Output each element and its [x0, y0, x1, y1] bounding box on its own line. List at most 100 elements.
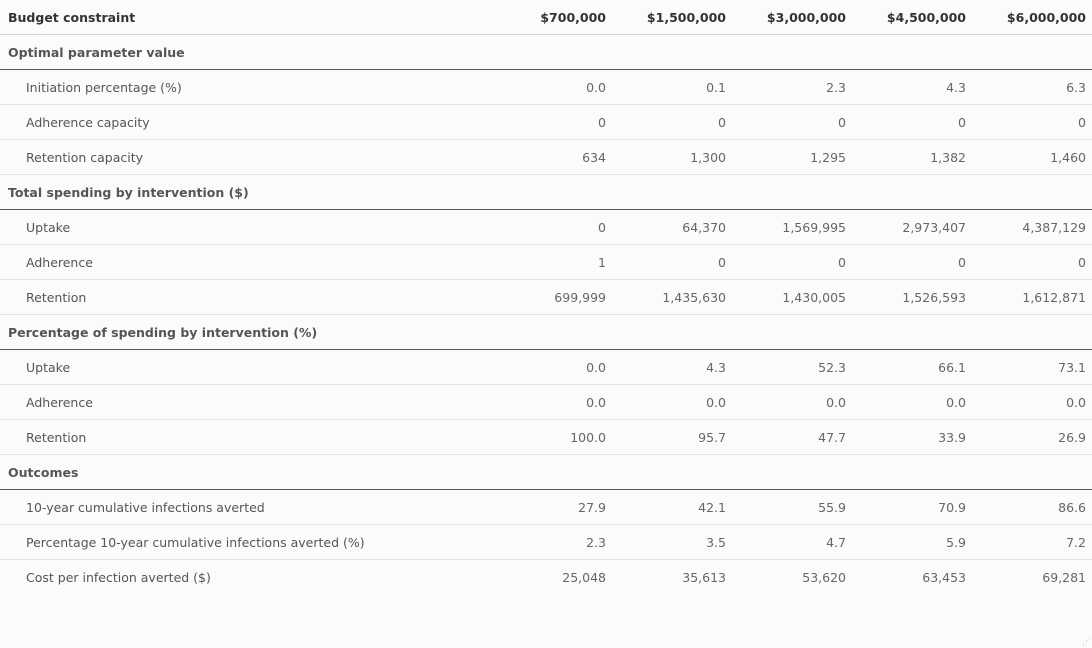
section-title: Percentage of spending by intervention (…	[0, 314, 1092, 350]
row-label: Uptake	[0, 209, 500, 245]
resize-grip-icon[interactable]: ⋰	[1082, 638, 1091, 647]
table-row: Initiation percentage (%) 0.0 0.1 2.3 4.…	[0, 69, 1092, 105]
row-label: Retention	[0, 279, 500, 315]
cell-value: 42.1	[612, 489, 732, 525]
cell-value: 634	[500, 139, 612, 175]
cell-value: 0.0	[612, 384, 732, 420]
table-row: Uptake 0 64,370 1,569,995 2,973,407 4,38…	[0, 209, 1092, 245]
cell-value: 53,620	[802, 569, 846, 585]
cell-value: 33.9	[852, 419, 972, 455]
table-row: 10-year cumulative infections averted 27…	[0, 489, 1092, 525]
cell-value: 0.0	[500, 69, 612, 105]
cell-value: 4.7	[732, 524, 852, 560]
table-row: Retention 100.0 95.7 47.7 33.9 26.9	[0, 419, 1092, 455]
cell-value: 0	[732, 104, 852, 140]
cell-value: 25,048	[562, 569, 606, 585]
cell-value: 0	[852, 104, 972, 140]
table-row: Adherence 0.0 0.0 0.0 0.0 0.0	[0, 384, 1092, 420]
table-row: Percentage 10-year cumulative infections…	[0, 524, 1092, 560]
header-budget-constraint: Budget constraint	[0, 0, 500, 35]
row-label: Retention capacity	[0, 139, 500, 175]
cell-value: 0.0	[500, 349, 612, 385]
cell-value: 0	[972, 244, 1092, 280]
cell-value: 6.3	[972, 69, 1092, 105]
table-header-row: Budget constraint $700,000 $1,500,000 $3…	[0, 0, 1092, 35]
cell-value: 2.3	[500, 524, 612, 560]
cell-value: 47.7	[732, 419, 852, 455]
cell-value: 86.6	[972, 489, 1092, 525]
results-table-container: Budget constraint $700,000 $1,500,000 $3…	[0, 0, 1092, 648]
cell-value: 0.0	[500, 384, 612, 420]
cell-value: 26.9	[972, 419, 1092, 455]
section-header-optimal-parameter-value: Optimal parameter value	[0, 34, 1092, 70]
cell-value: 0.1	[612, 69, 732, 105]
section-title: Outcomes	[0, 454, 1092, 490]
cell-value: 1,295	[732, 139, 852, 175]
cell-value: 2,973,407	[852, 209, 972, 245]
header-column: $700,000	[500, 0, 612, 35]
cell-value: 0	[852, 244, 972, 280]
table-row: Adherence capacity 0 0 0 0 0	[0, 104, 1092, 140]
table-row: Retention capacity 634 1,300 1,295 1,382…	[0, 139, 1092, 175]
cell-value: 1,526,593	[852, 279, 972, 315]
row-label: Adherence capacity	[0, 104, 500, 140]
cell-value: 55.9	[732, 489, 852, 525]
cell-value: 0	[612, 104, 732, 140]
cell-value: 5.9	[852, 524, 972, 560]
cell-value: 63,453	[922, 569, 966, 585]
cell-value: 1	[500, 244, 612, 280]
row-label: Cost per infection averted ($)	[26, 569, 211, 585]
section-header-percentage-spending: Percentage of spending by intervention (…	[0, 314, 1092, 350]
cell-value: 73.1	[972, 349, 1092, 385]
cell-value: 95.7	[612, 419, 732, 455]
cell-value: 52.3	[732, 349, 852, 385]
cell-value: 0.0	[852, 384, 972, 420]
row-label: Uptake	[0, 349, 500, 385]
section-title: Optimal parameter value	[0, 34, 1092, 70]
cell-value: 4.3	[612, 349, 732, 385]
header-column: $4,500,000	[852, 0, 972, 35]
section-header-total-spending: Total spending by intervention ($)	[0, 174, 1092, 210]
row-label: 10-year cumulative infections averted	[0, 489, 500, 525]
table-row: Cost per infection averted ($) 25,048 35…	[0, 560, 1092, 595]
section-title: Total spending by intervention ($)	[0, 174, 1092, 210]
budget-results-table: Budget constraint $700,000 $1,500,000 $3…	[0, 0, 1092, 594]
cell-value: 100.0	[500, 419, 612, 455]
cell-value: 35,613	[682, 569, 726, 585]
row-label: Percentage 10-year cumulative infections…	[0, 524, 500, 560]
cell-value: 69,281	[1042, 569, 1086, 585]
row-label: Retention	[0, 419, 500, 455]
table-row: Uptake 0.0 4.3 52.3 66.1 73.1	[0, 349, 1092, 385]
cell-value: 2.3	[732, 69, 852, 105]
cell-value: 4,387,129	[972, 209, 1092, 245]
cell-value: 27.9	[500, 489, 612, 525]
header-column: $6,000,000	[972, 0, 1092, 35]
row-label: Adherence	[0, 244, 500, 280]
cell-value: 0.0	[732, 384, 852, 420]
cell-value: 0	[612, 244, 732, 280]
cell-value: 64,370	[612, 209, 732, 245]
table-row: Adherence 1 0 0 0 0	[0, 244, 1092, 280]
cell-value: 1,300	[612, 139, 732, 175]
cell-value: 4.3	[852, 69, 972, 105]
cell-value: 1,612,871	[972, 279, 1092, 315]
cell-value: 70.9	[852, 489, 972, 525]
cell-value: 1,382	[852, 139, 972, 175]
cell-value: 1,430,005	[732, 279, 852, 315]
cell-value: 7.2	[972, 524, 1092, 560]
cell-value: 0.0	[972, 384, 1092, 420]
header-column: $1,500,000	[612, 0, 732, 35]
cell-value: 1,460	[972, 139, 1092, 175]
cell-value: 0	[972, 104, 1092, 140]
cell-value: 0	[500, 209, 612, 245]
row-label: Adherence	[0, 384, 500, 420]
row-label: Initiation percentage (%)	[0, 69, 500, 105]
header-column: $3,000,000	[732, 0, 852, 35]
table-row: Retention 699,999 1,435,630 1,430,005 1,…	[0, 279, 1092, 315]
cell-value: 1,569,995	[732, 209, 852, 245]
section-header-outcomes: Outcomes	[0, 454, 1092, 490]
cell-value: 0	[732, 244, 852, 280]
cell-value: 0	[500, 104, 612, 140]
cell-value: 3.5	[612, 524, 732, 560]
cell-value: 699,999	[500, 279, 612, 315]
